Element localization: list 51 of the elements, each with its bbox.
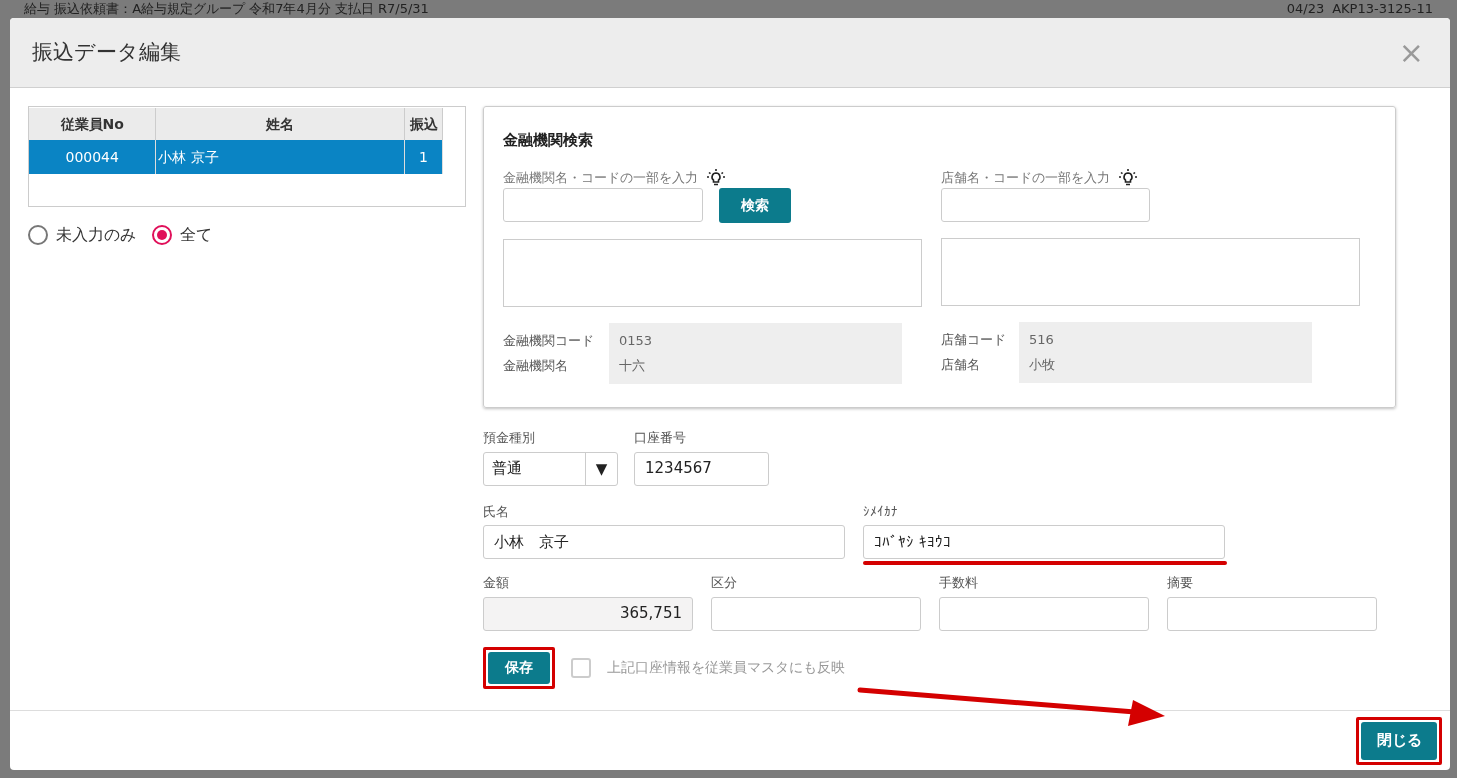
search-button[interactable]: 検索 — [719, 187, 791, 223]
code-text: AKP13-3125-11 — [1332, 0, 1433, 19]
branch-result-list[interactable] — [941, 237, 1360, 306]
radio-button[interactable] — [28, 225, 48, 245]
close-button[interactable]: 閉じる — [1361, 721, 1437, 760]
lightbulb-icon — [1118, 167, 1138, 188]
lightbulb-icon — [706, 167, 726, 188]
table-cell: 小林 京子 — [155, 140, 405, 174]
info-label: 店舗コード — [941, 330, 1007, 349]
info-label: 店舗名 — [941, 356, 981, 374]
field-label: 金融機関名・コードの一部を入力 — [503, 168, 698, 187]
column-header: 姓名 — [155, 108, 405, 140]
table-cell: 000044 — [29, 140, 156, 174]
deposit-type-select[interactable]: 普通 ▼ — [483, 451, 618, 486]
save-button[interactable]: 保存 — [488, 651, 550, 684]
name-field[interactable]: 小林 京子 — [483, 525, 845, 559]
info-label: 金融機関コード — [503, 331, 595, 350]
field-label: 氏名 — [483, 502, 510, 521]
bank-result-list[interactable] — [503, 238, 922, 307]
account-number-field[interactable]: 1234567 — [634, 451, 769, 486]
field-label: 手数料 — [939, 574, 979, 592]
info-label: 金融機関名 — [503, 357, 569, 375]
radio-label: 未入力のみ — [56, 224, 136, 246]
bank-search-field[interactable] — [503, 187, 703, 222]
field-label: 店舗名・コードの一部を入力 — [941, 168, 1110, 187]
field-label: 摘要 — [1167, 574, 1194, 592]
panel-title: 金融機関検索 — [503, 130, 594, 151]
radio-label: 全て — [180, 224, 212, 246]
info-value: 516 — [1029, 330, 1055, 349]
page-title: 給与 振込依頼書：A給与規定グループ 令和7年4月分 支払日 R7/5/31 — [24, 0, 429, 19]
branch-search-field[interactable] — [941, 187, 1150, 222]
info-value: 小牧 — [1029, 356, 1056, 374]
table-cell: 1 — [404, 140, 443, 174]
amount-field[interactable] — [939, 596, 1149, 631]
field-label: 預金種別 — [483, 429, 536, 447]
field-label: 区分 — [711, 574, 738, 592]
kana-field[interactable]: ｺﾊﾞﾔｼ ｷﾖｳｺ — [863, 525, 1225, 559]
checkbox-label: 上記口座情報を従業員マスタにも反映 — [607, 658, 845, 677]
column-header: 振込 — [404, 108, 443, 140]
amount-field[interactable] — [1167, 596, 1377, 631]
field-label: 口座番号 — [634, 429, 687, 447]
date-text: 04/23 — [1286, 0, 1325, 19]
radio-button[interactable] — [152, 225, 172, 245]
info-value: 0153 — [619, 331, 654, 350]
column-header: 従業員No — [29, 108, 156, 140]
kana-label: ｼﾒｲｶﾅ — [863, 502, 899, 521]
dialog-title: 振込データ編集 — [32, 38, 181, 66]
info-value: 十六 — [619, 357, 646, 375]
amount-field[interactable] — [711, 596, 921, 631]
amount-field: 365,751 — [483, 596, 693, 631]
field-label: 金額 — [483, 574, 510, 592]
